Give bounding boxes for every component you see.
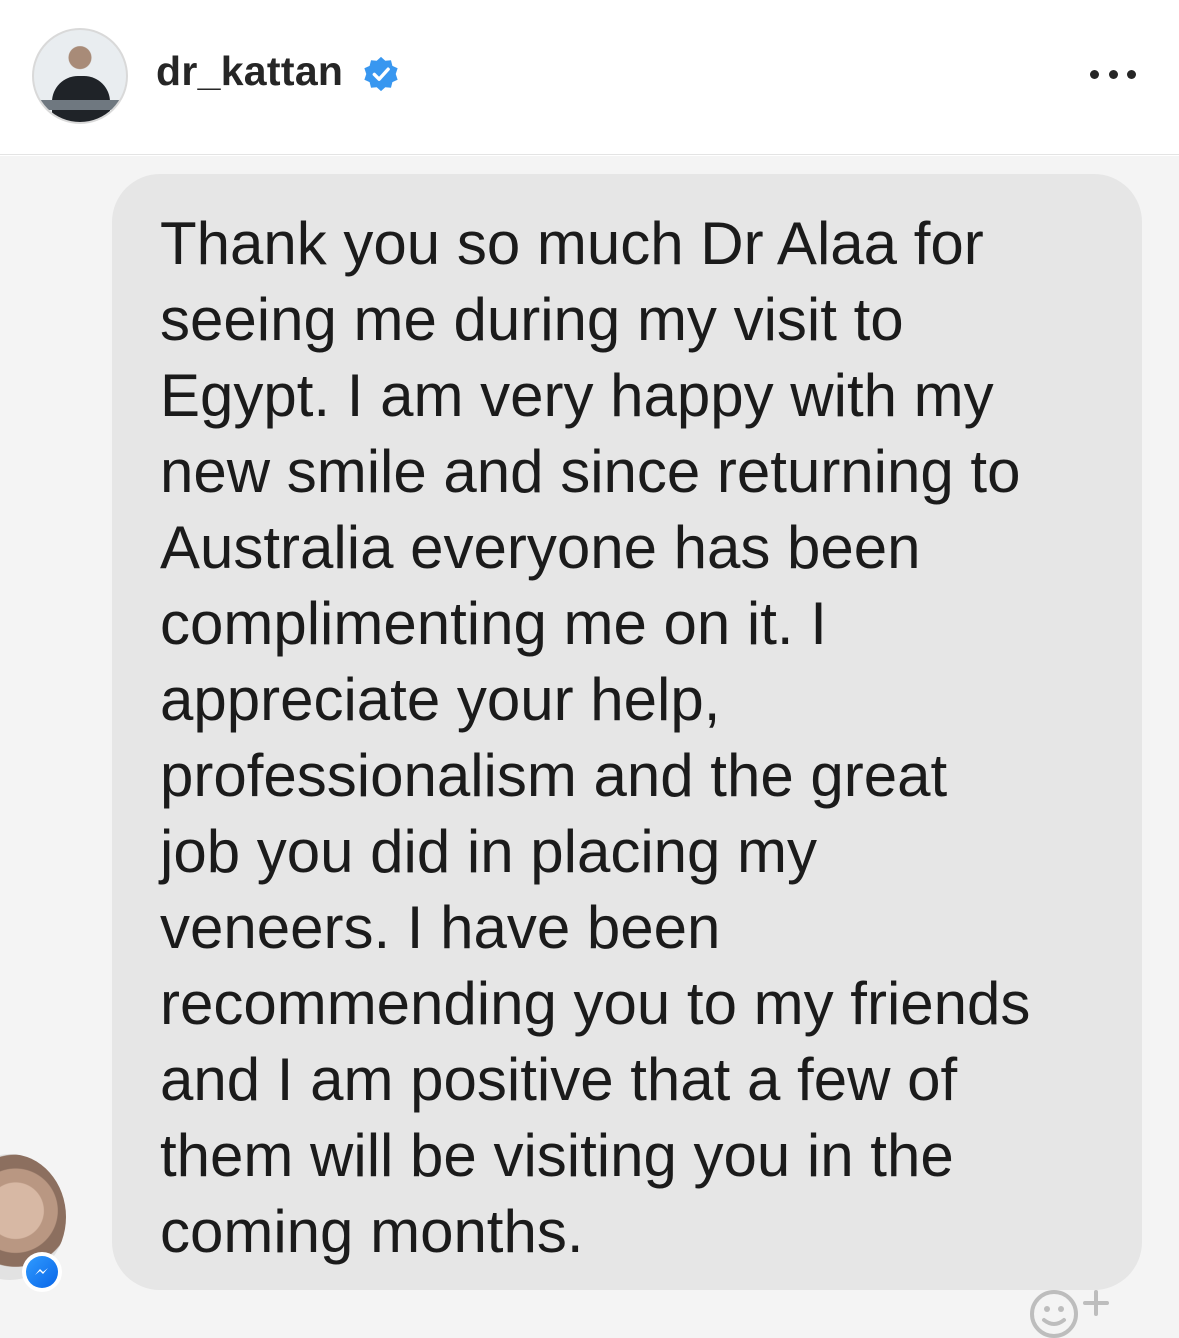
messenger-bolt-icon [35, 1268, 48, 1275]
message-line: recommending you to my friends [160, 970, 1031, 1037]
more-dot-icon [1108, 69, 1118, 79]
message-line: coming months. [160, 1198, 584, 1265]
message-line: them will be visiting you in the [160, 1122, 954, 1189]
message-bubble: Thank you so much Dr Alaa for seeing me … [112, 174, 1142, 1290]
post-header: dr_kattan [0, 0, 1179, 155]
more-options-button[interactable] [1086, 60, 1140, 88]
message-line: Australia everyone has been [160, 514, 921, 581]
message-line: complimenting me on it. I [160, 590, 827, 657]
message-line: seeing me during my visit to [160, 286, 904, 353]
message-line: new smile and since returning to [160, 438, 1021, 505]
message-line: appreciate your help, [160, 666, 721, 733]
add-reaction-icon[interactable] [1014, 1280, 1130, 1338]
avatar-desk [38, 100, 124, 110]
more-dot-icon [1127, 69, 1136, 79]
verified-badge-icon [364, 56, 398, 92]
message-line: veneers. I have been [160, 894, 721, 961]
message-line: professionalism and the great [160, 742, 948, 809]
username[interactable]: dr_kattan [156, 48, 343, 95]
message-line: Thank you so much Dr Alaa for [160, 210, 984, 277]
message-text: Thank you so much Dr Alaa for seeing me … [160, 206, 1120, 1270]
message-line: and I am positive that a few of [160, 1046, 958, 1113]
messenger-icon [22, 1252, 62, 1292]
more-dot-icon [1090, 69, 1099, 79]
message-line: job you did in placing my [160, 818, 818, 885]
message-line: Egypt. I am very happy with my [160, 362, 994, 429]
post-image: Thank you so much Dr Alaa for seeing me … [0, 156, 1179, 1338]
profile-avatar[interactable] [32, 28, 128, 124]
